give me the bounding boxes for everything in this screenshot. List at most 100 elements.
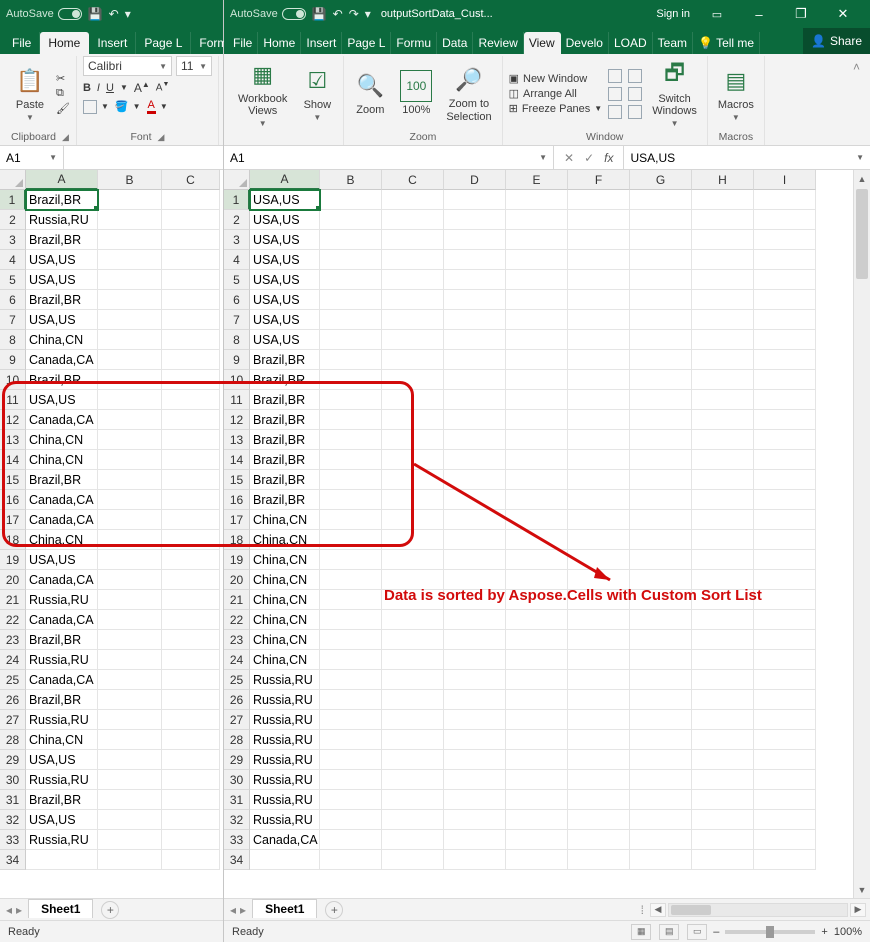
cell[interactable] <box>320 210 382 230</box>
cell[interactable] <box>568 530 630 550</box>
cell[interactable] <box>444 590 506 610</box>
column-header[interactable]: H <box>692 170 754 190</box>
cell[interactable]: China,CN <box>250 530 320 550</box>
row-header[interactable]: 1 <box>0 190 26 210</box>
cell[interactable] <box>444 470 506 490</box>
cell[interactable] <box>506 630 568 650</box>
row-header[interactable]: 7 <box>0 310 26 330</box>
column-header[interactable]: B <box>98 170 162 190</box>
cell[interactable] <box>320 630 382 650</box>
cell[interactable] <box>320 310 382 330</box>
cell[interactable]: Russia,RU <box>250 710 320 730</box>
cell[interactable]: Brazil,BR <box>250 370 320 390</box>
cell[interactable] <box>162 590 220 610</box>
select-all-corner[interactable] <box>224 170 250 190</box>
cell[interactable] <box>320 230 382 250</box>
cell[interactable]: Russia,RU <box>26 210 98 230</box>
cell[interactable] <box>568 250 630 270</box>
cell[interactable] <box>320 490 382 510</box>
cell[interactable] <box>98 370 162 390</box>
cell[interactable] <box>568 770 630 790</box>
cell[interactable] <box>320 390 382 410</box>
cell[interactable] <box>692 770 754 790</box>
row-header[interactable]: 28 <box>0 730 26 750</box>
cell[interactable] <box>382 290 444 310</box>
cell[interactable] <box>162 730 220 750</box>
row-header[interactable]: 30 <box>0 770 26 790</box>
split-button[interactable] <box>608 69 622 83</box>
cell[interactable] <box>506 330 568 350</box>
cell[interactable] <box>754 390 816 410</box>
cell[interactable] <box>568 610 630 630</box>
cell[interactable] <box>98 710 162 730</box>
horizontal-scrollbar[interactable]: ⁞ ◀ ▶ <box>637 903 870 917</box>
cell[interactable] <box>320 830 382 850</box>
cell[interactable] <box>568 310 630 330</box>
cell[interactable] <box>444 410 506 430</box>
cell[interactable] <box>568 370 630 390</box>
switch-windows-button[interactable]: 🗗Switch Windows▼ <box>648 57 701 130</box>
cell[interactable]: Russia,RU <box>250 810 320 830</box>
cell[interactable] <box>630 250 692 270</box>
cell[interactable]: Brazil,BR <box>250 490 320 510</box>
cell[interactable] <box>162 230 220 250</box>
row-header[interactable]: 5 <box>0 270 26 290</box>
cell[interactable] <box>692 810 754 830</box>
row-header[interactable]: 16 <box>0 490 26 510</box>
ribbon-tab-file[interactable]: File <box>4 32 40 54</box>
scroll-up-icon[interactable]: ▲ <box>854 170 870 187</box>
cell[interactable] <box>754 670 816 690</box>
cell[interactable] <box>692 370 754 390</box>
cell[interactable] <box>320 250 382 270</box>
cell[interactable] <box>162 690 220 710</box>
cell[interactable] <box>506 450 568 470</box>
cell[interactable] <box>162 290 220 310</box>
cell[interactable] <box>754 310 816 330</box>
row-header[interactable]: 24 <box>0 650 26 670</box>
cell[interactable] <box>692 790 754 810</box>
cell[interactable]: China,CN <box>250 590 320 610</box>
cell[interactable]: USA,US <box>250 230 320 250</box>
cell[interactable] <box>568 750 630 770</box>
zoom-out-button[interactable]: – <box>713 926 719 938</box>
cell[interactable] <box>506 730 568 750</box>
row-header[interactable]: 20 <box>0 570 26 590</box>
cell[interactable] <box>320 670 382 690</box>
font-name-combo[interactable]: Calibri▼ <box>83 56 172 76</box>
cell[interactable] <box>162 250 220 270</box>
cell[interactable] <box>692 850 754 870</box>
cell[interactable]: Russia,RU <box>250 770 320 790</box>
cell[interactable] <box>754 410 816 430</box>
row-header[interactable]: 13 <box>0 430 26 450</box>
row-header[interactable]: 22 <box>224 610 250 630</box>
cell[interactable]: Canada,CA <box>26 410 98 430</box>
ribbon-tab-data[interactable]: Data <box>437 32 473 54</box>
column-header[interactable]: C <box>162 170 220 190</box>
hide-button[interactable] <box>608 87 622 101</box>
cell[interactable] <box>568 630 630 650</box>
cell[interactable] <box>506 550 568 570</box>
cell[interactable] <box>754 190 816 210</box>
cell[interactable] <box>162 570 220 590</box>
zoom-to-selection-button[interactable]: 🔎Zoom to Selection <box>442 62 495 124</box>
cell[interactable] <box>692 510 754 530</box>
cell[interactable] <box>98 250 162 270</box>
row-header[interactable]: 9 <box>224 350 250 370</box>
cell[interactable] <box>382 230 444 250</box>
cell[interactable] <box>630 670 692 690</box>
row-header[interactable]: 4 <box>0 250 26 270</box>
row-header[interactable]: 3 <box>224 230 250 250</box>
cell[interactable] <box>630 550 692 570</box>
cell[interactable] <box>98 790 162 810</box>
cell[interactable] <box>692 390 754 410</box>
cell[interactable] <box>692 310 754 330</box>
scrollbar-thumb[interactable] <box>856 189 868 279</box>
cell[interactable] <box>162 350 220 370</box>
cell[interactable] <box>630 210 692 230</box>
sync-scroll-button[interactable] <box>628 87 642 101</box>
cell[interactable] <box>98 290 162 310</box>
row-header[interactable]: 1 <box>224 190 250 210</box>
cell[interactable] <box>754 210 816 230</box>
cell[interactable]: USA,US <box>26 550 98 570</box>
cell[interactable] <box>98 850 162 870</box>
